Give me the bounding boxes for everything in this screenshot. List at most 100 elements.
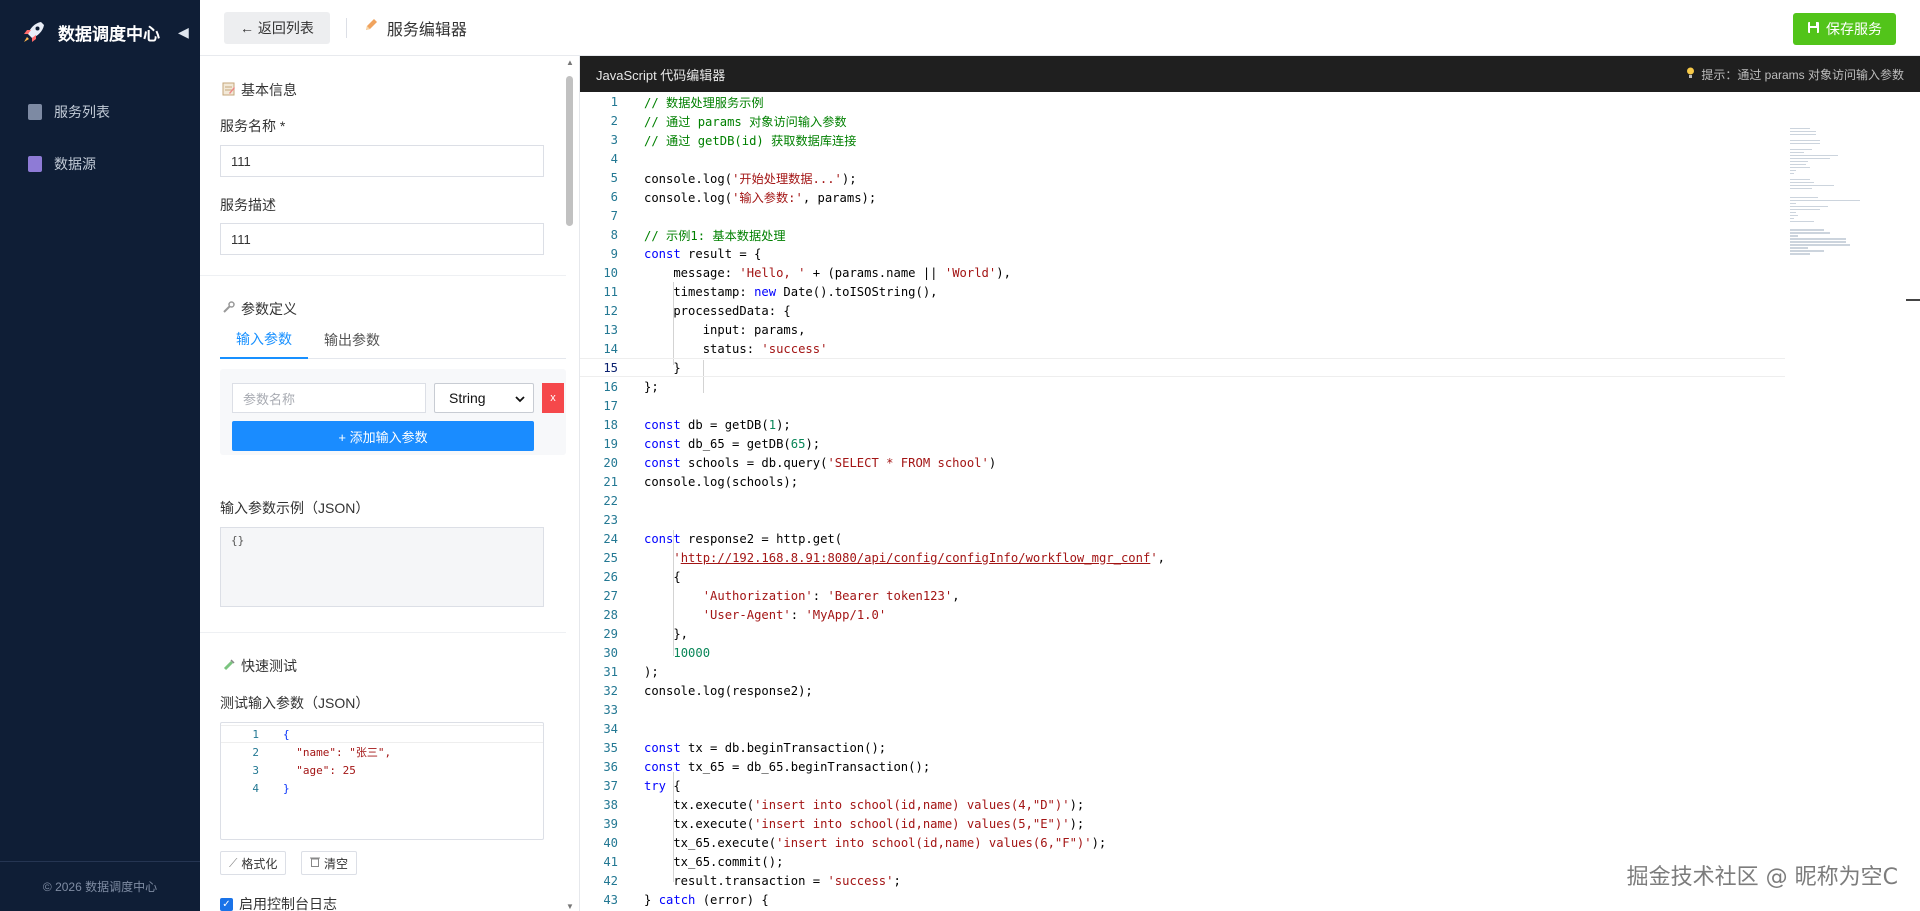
- code-editor-header: JavaScript 代码编辑器 提示：通过 params 对象访问输入参数: [580, 56, 1920, 92]
- brand: 数据调度中心 ◀: [0, 0, 200, 64]
- tab-input-params[interactable]: 输入参数: [220, 321, 308, 359]
- code-line: 33: [603, 702, 618, 717]
- code-line: 36 const tx_65 = db_65.beginTransaction()…: [603, 759, 931, 774]
- code-line: 11 timestamp: new Date().toISOString(),: [603, 284, 938, 299]
- divider: [200, 632, 566, 633]
- divider: [200, 275, 566, 276]
- watermark: 掘金技术社区 @ 昵称为空C: [1626, 865, 1898, 890]
- collapse-sidebar-icon[interactable]: ◀: [178, 24, 189, 41]
- code-line: 6 console.log('输入参数:', params);: [610, 189, 877, 205]
- code-line: 9 const result = {: [610, 246, 762, 261]
- code-line: 22: [603, 493, 618, 508]
- params-title-text: 参数定义: [241, 301, 297, 317]
- code-line: 38 tx.execute('insert into school(id,nam…: [603, 797, 1085, 812]
- basic-info-title: 基本信息: [200, 80, 297, 100]
- code-line: 19 const db_65 = getDB(65);: [603, 436, 821, 451]
- checkbox-checked-icon[interactable]: ✓: [220, 897, 233, 911]
- code-line: 13 input: params,: [603, 322, 806, 337]
- input-example-textarea[interactable]: {}: [220, 527, 544, 607]
- sidebar-footer: © 2026 数据调度中心: [0, 861, 200, 911]
- console-log-toggle[interactable]: ✓ 启用控制台日志: [220, 894, 337, 911]
- sidebar-item-service-list[interactable]: 服务列表: [0, 86, 200, 138]
- sidebar-item-label: 服务列表: [54, 104, 110, 120]
- code-line: 20 const schools = db.query('SELECT * FRO…: [603, 455, 997, 470]
- code-line: 32 console.log(response2);: [603, 683, 813, 698]
- code-editor-title: JavaScript 代码编辑器: [596, 67, 726, 83]
- topbar: ← 返回列表 服务编辑器 保存服务: [200, 0, 1920, 56]
- code-line: 23: [603, 512, 618, 527]
- form-scrollbar[interactable]: ▲ ▼: [566, 58, 574, 911]
- code-line-current: 15 }: [580, 358, 1785, 377]
- editor-line: 4}: [221, 779, 543, 797]
- console-log-label: 启用控制台日志: [239, 896, 337, 911]
- line-number: 2: [252, 745, 259, 759]
- line-number: 3: [252, 763, 259, 777]
- save-icon: [1807, 21, 1820, 37]
- service-desc-input[interactable]: 111: [220, 223, 544, 255]
- code-line: 37 try {: [603, 778, 681, 793]
- hint-text: 提示：通过 params 对象访问输入参数: [1701, 67, 1904, 82]
- basic-info-title-text: 基本信息: [241, 82, 297, 98]
- delete-param-button[interactable]: x: [542, 383, 564, 413]
- scroll-up-icon[interactable]: ▲: [566, 58, 574, 67]
- save-service-button[interactable]: 保存服务: [1793, 13, 1896, 45]
- code-line: 31);: [603, 664, 659, 679]
- brand-title: 数据调度中心: [58, 24, 160, 44]
- line-number: 1: [252, 727, 259, 741]
- code-line: 43} catch (error) {: [603, 892, 769, 907]
- scrollbar-thumb[interactable]: [566, 76, 573, 226]
- line-code: {: [283, 727, 290, 741]
- tab-output-params[interactable]: 输出参数: [308, 321, 396, 359]
- code-line: 26 {: [603, 569, 681, 584]
- wrench-icon: [222, 301, 235, 317]
- clear-button[interactable]: 清空: [301, 851, 358, 875]
- add-input-param-button[interactable]: + 添加输入参数: [232, 421, 534, 451]
- code-line: 8// 示例1: 基本数据处理: [610, 227, 786, 243]
- scroll-down-icon[interactable]: ▼: [566, 902, 574, 911]
- code-minimap[interactable]: [1790, 128, 1870, 288]
- sidebar-item-datasource[interactable]: 数据源: [0, 138, 200, 190]
- line-number: 4: [252, 781, 259, 795]
- trash-icon: [310, 856, 320, 870]
- editor-line: 3 "age": 25: [221, 761, 543, 779]
- editor-line: 1{: [221, 725, 543, 743]
- code-line: 14 status: 'success': [603, 341, 828, 356]
- pencil-icon: [363, 17, 379, 38]
- param-type-select[interactable]: String: [434, 383, 534, 413]
- database-icon: [28, 156, 42, 172]
- param-row-container: 参数名称 String x + 添加输入参数: [220, 369, 566, 455]
- page-title-text: 服务编辑器: [386, 21, 467, 39]
- params-title: 参数定义: [200, 299, 297, 319]
- code-line: 30 10000: [603, 645, 711, 660]
- param-tabs: 输入参数 输出参数: [220, 321, 566, 359]
- code-line: 41 tx_65.commit();: [603, 854, 784, 869]
- code-line: 1// 数据处理服务示例: [610, 94, 764, 110]
- code-line: 39 tx.execute('insert into school(id,nam…: [603, 816, 1085, 831]
- service-name-label: 服务名称 *: [220, 118, 286, 134]
- test-input-editor[interactable]: 1{ 2 "name": "张三", 3 "age": 25 4}: [220, 722, 544, 840]
- code-line: 24 const response2 = http.get(: [603, 531, 843, 546]
- code-line: 17: [603, 398, 618, 413]
- topbar-divider: [345, 17, 347, 38]
- code-line: 42 result.transaction = 'success';: [603, 873, 901, 888]
- code-editor-hint: 提示：通过 params 对象访问输入参数: [1686, 66, 1904, 83]
- code-line: 34: [603, 721, 618, 736]
- back-to-list-button[interactable]: ← 返回列表: [224, 11, 330, 44]
- param-name-input[interactable]: 参数名称: [232, 383, 426, 413]
- code-editor-body[interactable]: 1// 数据处理服务示例 2// 通过 params 对象访问输入参数 3// …: [580, 92, 1920, 911]
- sidebar: 数据调度中心 ◀ 服务列表 数据源 © 2026 数据调度中心: [0, 0, 200, 911]
- code-line: 40 tx_65.execute('insert into school(id,…: [603, 835, 1107, 850]
- line-code: "name": "张三",: [283, 746, 392, 759]
- code-line: 3// 通过 getDB(id) 获取数据库连接: [610, 132, 857, 148]
- code-line: 21 console.log(schools);: [603, 474, 799, 489]
- service-desc-label: 服务描述: [220, 197, 276, 213]
- code-line: 10 message: 'Hello, ' + (params.name || …: [603, 265, 1011, 280]
- memo-icon: [222, 82, 235, 99]
- lightbulb-icon: [1686, 67, 1695, 82]
- line-code: "age": 25: [283, 763, 356, 777]
- format-button[interactable]: ⟋ 格式化: [220, 851, 287, 875]
- code-line: 29 },: [603, 626, 689, 641]
- service-form-panel: 基本信息 服务名称 * 111 服务描述 111 参数定义 输入参数 输出参数 …: [200, 56, 580, 911]
- code-line: 4: [610, 151, 618, 166]
- service-name-input[interactable]: 111: [220, 145, 544, 177]
